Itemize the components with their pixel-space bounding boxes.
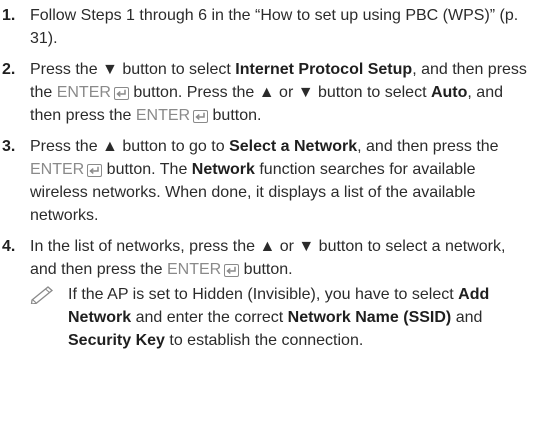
note-text: If the AP is set to Hidden (Invisible), … <box>68 283 532 352</box>
step-body: Press the ▲ button to go to Select a Net… <box>30 135 532 227</box>
menu-item-name: Network <box>191 161 255 178</box>
step-text: button. Press the ▲ or ▼ button to selec… <box>128 84 431 101</box>
step-item: 4. In the list of networks, press the ▲ o… <box>2 235 532 352</box>
step-item: 2. Press the ▼ button to select Internet … <box>2 58 532 127</box>
menu-item-name: Network Name (SSID) <box>287 309 452 326</box>
instruction-steps: 1. Follow Steps 1 through 6 in the “How t… <box>0 0 540 352</box>
step-item: 1. Follow Steps 1 through 6 in the “How t… <box>2 4 532 50</box>
step-item: 3. Press the ▲ button to go to Select a N… <box>2 135 532 227</box>
enter-key-icon <box>87 164 103 177</box>
enter-key-icon <box>113 87 129 100</box>
step-text: to establish the connection. <box>164 332 364 349</box>
menu-item-name: Internet Protocol Setup <box>235 61 413 78</box>
step-text: Press the ▲ button to go to <box>30 138 230 155</box>
step-text: and <box>451 309 483 326</box>
menu-item-name: Security Key <box>68 332 165 349</box>
step-text: If the AP is set to Hidden (Invisible), … <box>68 286 459 303</box>
step-text: and enter the correct <box>131 309 288 326</box>
note: If the AP is set to Hidden (Invisible), … <box>30 283 532 352</box>
enter-key-icon <box>224 264 240 277</box>
step-number: 2. <box>2 61 16 78</box>
step-number: 4. <box>2 238 16 255</box>
step-text: , and then press the <box>357 138 499 155</box>
enter-key-label: ENTER <box>166 261 222 278</box>
step-body: Press the ▼ button to select Internet Pr… <box>30 58 532 127</box>
step-text: button. <box>239 261 293 278</box>
step-text: Follow Steps 1 through 6 in the “How to … <box>30 7 519 47</box>
step-body: In the list of networks, press the ▲ or … <box>30 235 532 281</box>
step-number: 3. <box>2 138 16 155</box>
step-text: button. <box>208 107 262 124</box>
menu-item-name: Select a Network <box>229 138 358 155</box>
step-text: Press the ▼ button to select <box>30 61 236 78</box>
step-body: Follow Steps 1 through 6 in the “How to … <box>30 4 532 50</box>
enter-key-label: ENTER <box>135 107 191 124</box>
enter-key-icon <box>193 110 209 123</box>
step-text: button. The <box>102 161 192 178</box>
note-pencil-icon <box>30 284 56 311</box>
step-number: 1. <box>2 7 16 24</box>
enter-key-label: ENTER <box>30 161 85 178</box>
enter-key-label: ENTER <box>56 84 111 101</box>
menu-item-name: Auto <box>430 84 468 101</box>
